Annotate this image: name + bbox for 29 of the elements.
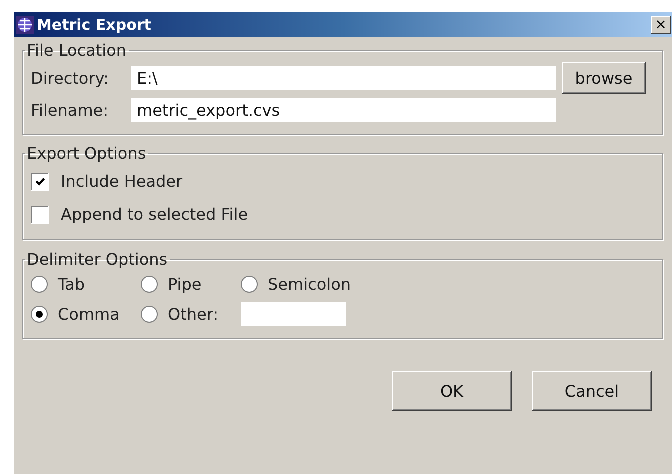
check-icon [34,176,46,187]
radio-label: Semicolon [268,275,351,294]
radio-label: Other: [168,304,219,324]
group-title: File Location [26,41,128,60]
field-label: Directory: [31,68,110,88]
radio-button[interactable] [241,276,258,293]
dialog-button[interactable]: OK [392,371,512,411]
browse-button[interactable]: browse [562,62,646,94]
other-field[interactable] [241,302,346,326]
field-label: Filename: [31,100,110,120]
directory-field[interactable]: E:\ [131,66,556,90]
group-title: Export Options [26,144,148,163]
radio-button[interactable] [31,276,48,293]
checkbox-label: Append to selected File [61,205,248,224]
filename-field[interactable]: metric_export.cvs [131,98,556,122]
radio-button[interactable] [31,306,48,322]
radio-button[interactable] [141,306,158,322]
window-title: Metric Export [37,16,152,34]
radio-button[interactable] [141,276,158,293]
checkbox[interactable] [31,206,49,224]
radio-label: Tab [58,275,86,294]
close-button[interactable]: × [651,16,671,34]
checkbox-label: Include Header [61,172,183,191]
dialog-button[interactable]: Cancel [532,371,652,411]
group-title: Delimiter Options [26,250,169,269]
radio-label: Pipe [168,275,202,294]
globe-icon [16,16,34,34]
checkbox[interactable] [31,172,49,190]
radio-label: Comma [58,304,120,324]
